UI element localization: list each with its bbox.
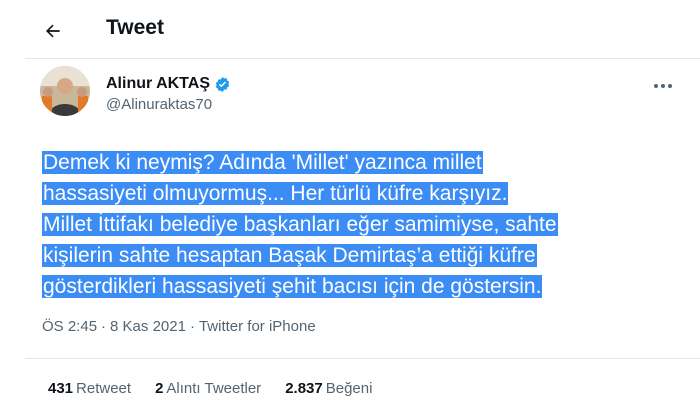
tweet-source[interactable]: Twitter for iPhone — [199, 318, 316, 335]
tweet-stats: 431 Retweet 2 Alıntı Tweetler 2.837 Beğeni — [48, 380, 372, 397]
quote-label: Alıntı Tweetler — [166, 380, 262, 397]
tweet-meta: ÖS 2:45 · 8 Kas 2021 · Twitter for iPhon… — [42, 318, 316, 335]
likes-stat[interactable]: 2.837 Beğeni — [285, 380, 372, 397]
page-title: Tweet — [106, 16, 164, 39]
tweet-text: Demek ki neymiş? Adında 'Millet' yazınca… — [42, 147, 682, 302]
tweet-line: Millet İttifakı belediye başkanları eğer… — [42, 213, 558, 236]
tweet-time[interactable]: ÖS 2:45 — [42, 318, 97, 335]
more-dots-icon — [654, 84, 658, 88]
arrow-left-icon — [46, 24, 60, 38]
quote-count: 2 — [155, 380, 164, 397]
like-count: 2.837 — [285, 380, 323, 397]
retweets-stat[interactable]: 431 Retweet — [48, 380, 131, 397]
tweet-line: gösterdikleri hassasiyeti şehit bacısı i… — [42, 275, 543, 298]
author-info: Alinur AKTAŞ @Alinuraktas70 — [106, 75, 231, 113]
avatar-image — [40, 66, 90, 116]
retweet-count: 431 — [48, 380, 74, 397]
avatar[interactable] — [40, 66, 90, 116]
verified-badge-icon — [214, 76, 231, 93]
author-handle[interactable]: @Alinuraktas70 — [106, 96, 231, 113]
meta-separator: · — [101, 318, 107, 335]
retweet-label: Retweet — [76, 380, 132, 397]
tweet-line: Demek ki neymiş? Adında 'Millet' yazınca… — [42, 151, 483, 174]
header-divider — [25, 58, 700, 59]
meta-divider — [25, 358, 700, 359]
back-button[interactable] — [36, 14, 70, 48]
like-label: Beğeni — [325, 380, 373, 397]
tweet-line: hassasiyeti olmuyormuş... Her türlü küfr… — [42, 182, 509, 205]
more-options-button[interactable] — [650, 76, 676, 96]
author-row: Alinur AKTAŞ @Alinuraktas70 — [40, 66, 700, 126]
tweet-line: kişilerin sahte hesaptan Başak Demirtaş’… — [42, 244, 537, 267]
author-display-name[interactable]: Alinur AKTAŞ — [106, 75, 210, 93]
tweet-date[interactable]: 8 Kas 2021 — [110, 318, 186, 335]
tweet-header: Tweet — [0, 0, 700, 58]
quotes-stat[interactable]: 2 Alıntı Tweetler — [155, 380, 261, 397]
meta-separator: · — [189, 318, 195, 335]
